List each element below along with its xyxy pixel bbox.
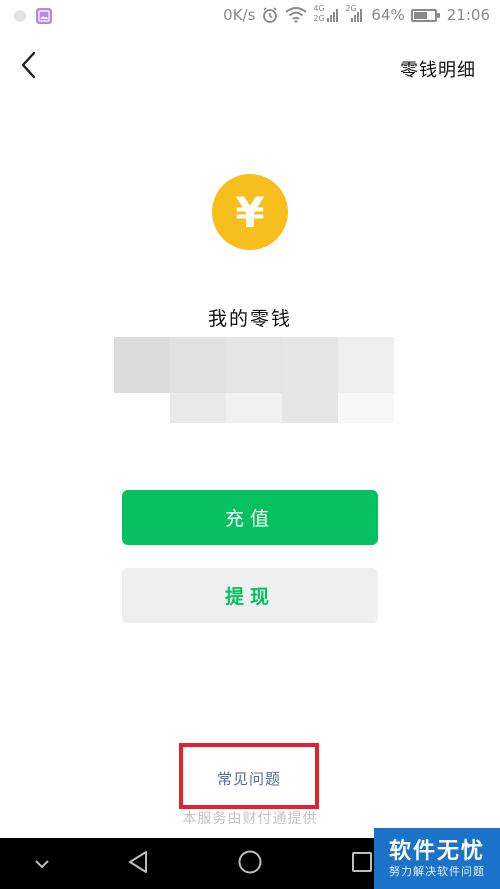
nav-back-button[interactable] (108, 838, 168, 889)
back-triangle-icon (127, 850, 149, 878)
coin-symbol: ¥ (235, 187, 265, 237)
notification-dot-icon (14, 10, 26, 22)
battery-level (413, 11, 427, 19)
wifi-icon (285, 7, 308, 23)
watermark-sub: 努力解决软件问题 (389, 864, 485, 878)
nav-collapse-button[interactable] (12, 838, 72, 889)
chevron-down-icon (34, 854, 50, 873)
alarm-icon (261, 6, 279, 24)
recharge-button[interactable]: 充值 (122, 490, 378, 545)
signal-2g-icon: 2G (345, 4, 365, 24)
yen-coin-icon: ¥ (212, 174, 288, 250)
faq-link[interactable]: 常见问题 (179, 768, 319, 789)
home-circle-icon (237, 849, 263, 879)
network-speed: 0K/s (223, 6, 256, 24)
nav-home-button[interactable] (220, 838, 280, 889)
provider-note: 本服务由财付通提供 (182, 811, 318, 827)
clock: 21:06 (446, 6, 490, 24)
watermark-main: 软件无忧 (388, 838, 485, 864)
balance-obscured (114, 337, 394, 423)
site-watermark-logo: 软件无忧 努力解决软件问题 (374, 828, 500, 889)
status-left (14, 8, 52, 24)
screen: 0K/s 4G 2G 2G 64% 21:06 零钱明细 ¥ 我的零钱 充值 提… (0, 0, 500, 889)
back-button[interactable] (12, 50, 46, 84)
wallet-title: 我的零钱 (207, 308, 292, 330)
battery-percent: 64% (371, 6, 405, 24)
network-label-2g: 2G (313, 14, 325, 23)
chevron-left-icon (19, 51, 39, 83)
battery-icon (410, 8, 440, 22)
status-bar: 0K/s 4G 2G 2G 64% 21:06 (0, 0, 500, 34)
withdraw-button[interactable]: 提现 (122, 568, 378, 623)
change-details-link[interactable]: 零钱明细 (400, 56, 476, 82)
recents-square-icon (351, 851, 373, 877)
signal-4g-icon: 4G 2G (313, 4, 339, 24)
status-right: 0K/s 4G 2G 2G 64% 21:06 (223, 4, 490, 24)
network-label-4g: 4G (313, 4, 325, 13)
gallery-notification-icon (36, 8, 52, 24)
